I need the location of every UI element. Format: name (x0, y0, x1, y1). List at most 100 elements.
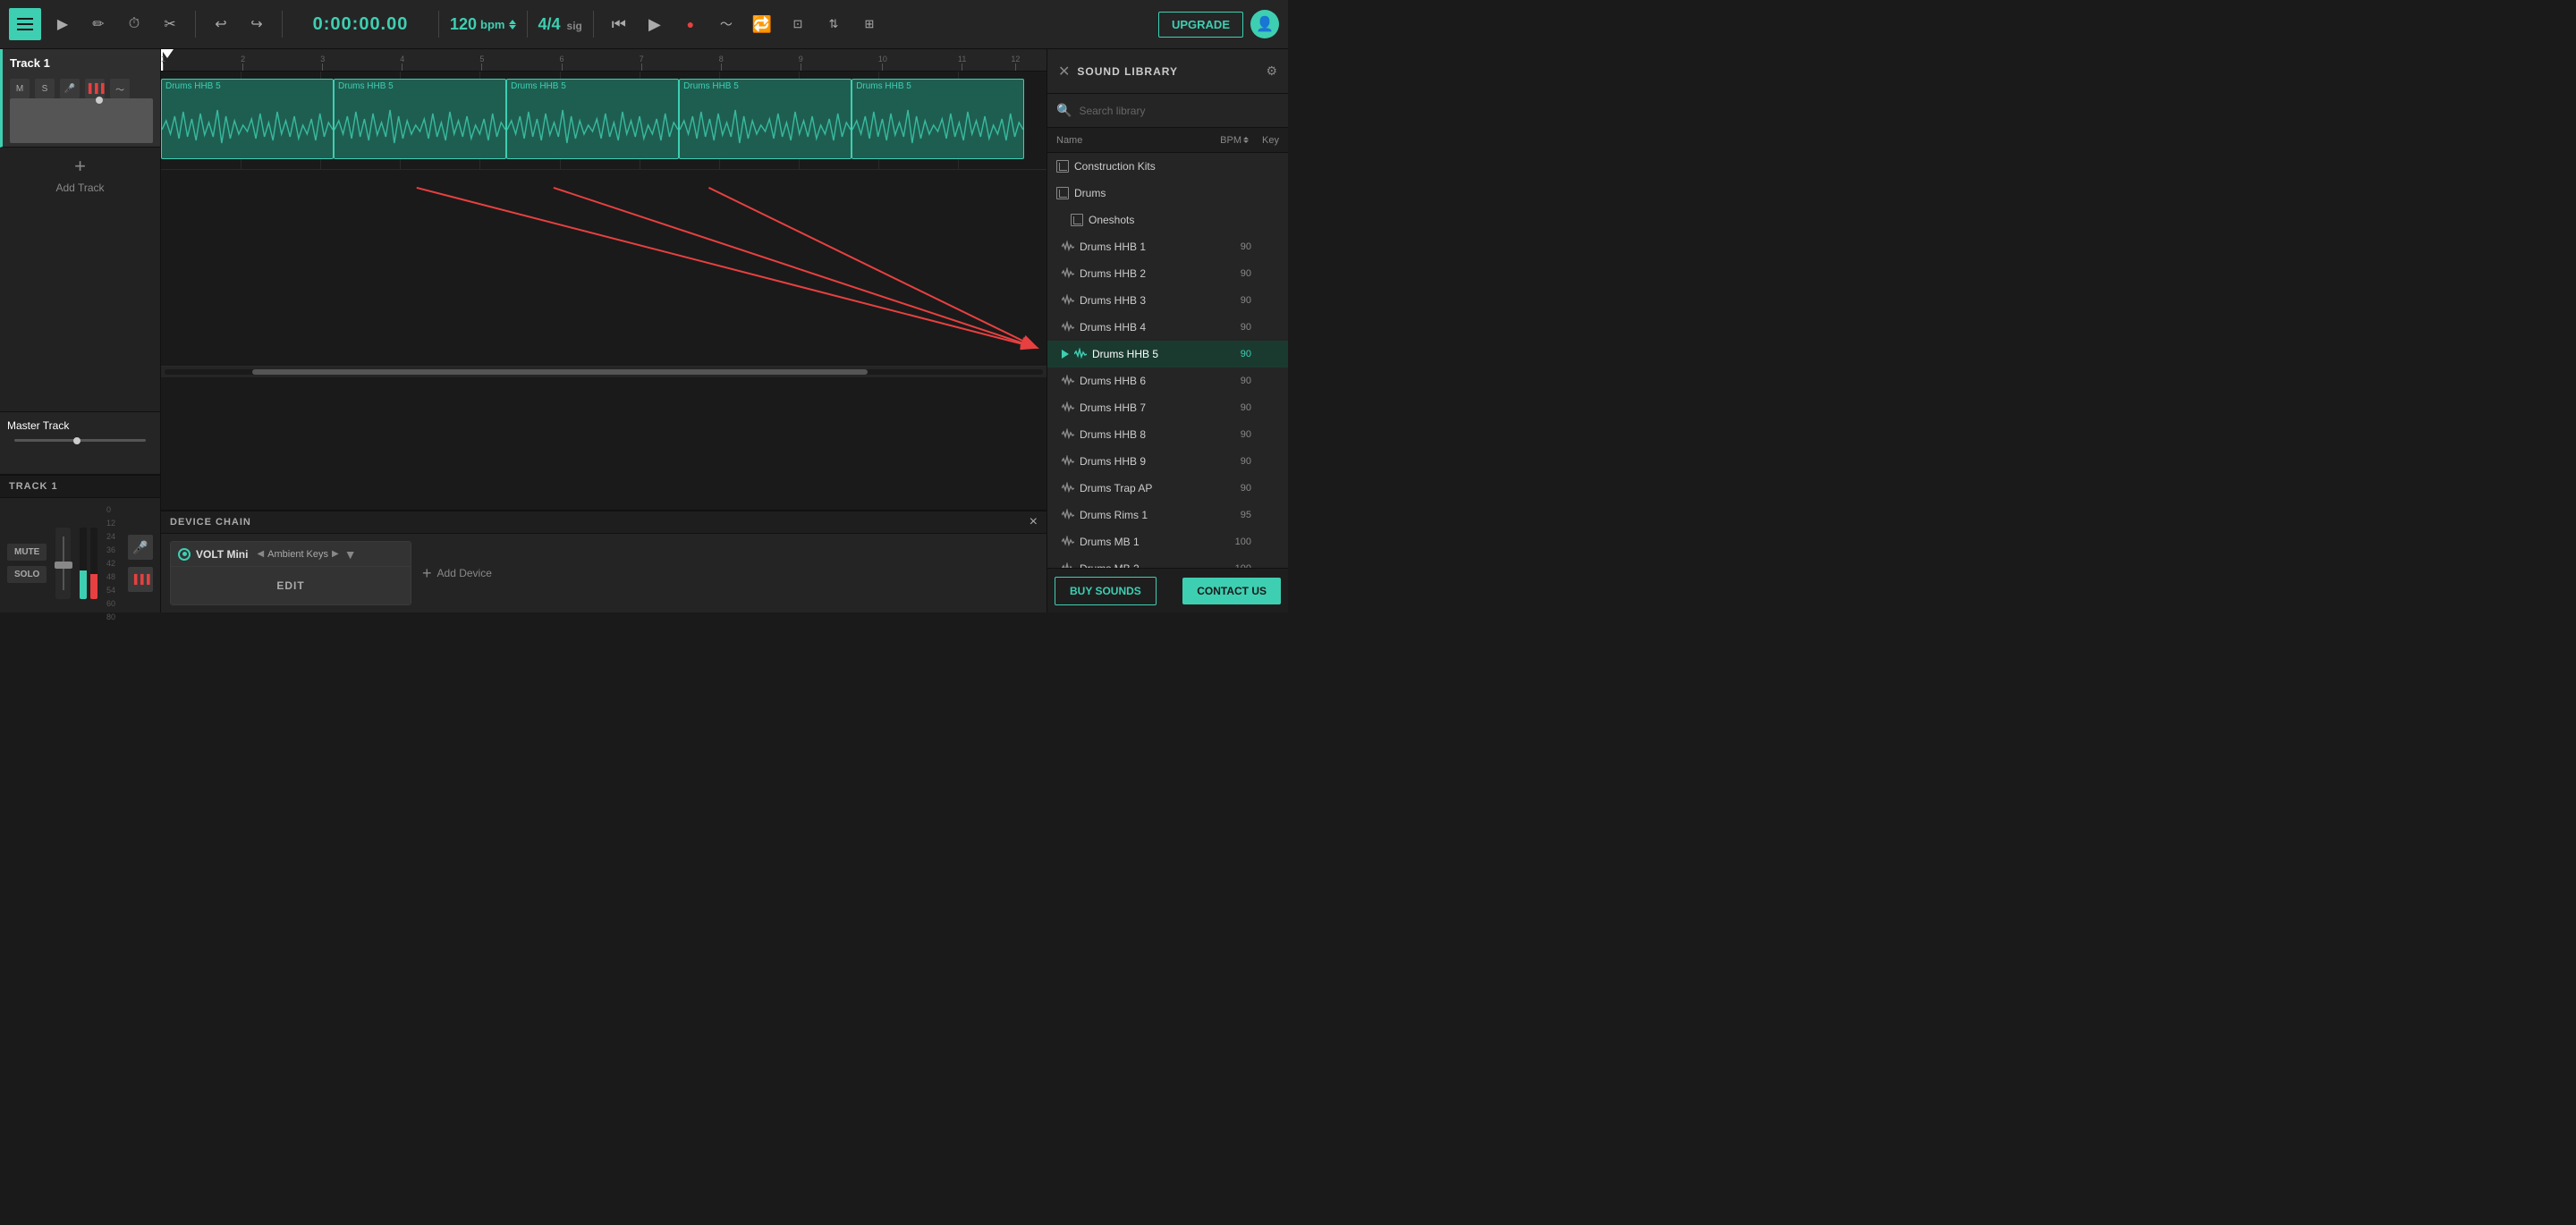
library-settings-button[interactable]: ⚙ (1266, 63, 1277, 79)
add-track-label: Add Track (55, 182, 104, 194)
track-1-mute[interactable]: M (10, 79, 30, 98)
meter-bar-1 (80, 570, 87, 599)
folder-construction-kits[interactable]: Construction Kits (1047, 153, 1288, 180)
mark-48: 48 (106, 572, 115, 581)
draw-tool-button[interactable]: ✏ (84, 10, 113, 38)
punch-button[interactable]: ⊡ (784, 10, 812, 38)
mark-24: 24 (106, 532, 115, 541)
ruler-mark-5: 5 (479, 55, 484, 71)
clip-5[interactable]: Drums HHB 5 (852, 79, 1024, 159)
grid-button[interactable]: ⊞ (855, 10, 884, 38)
sample-drums-hhb-2-label: Drums HHB 2 (1080, 267, 1215, 280)
clip-1-label: Drums HHB 5 (162, 80, 333, 93)
sample-drums-hhb-2-bpm: 90 (1220, 268, 1251, 279)
sample-drums-hhb-5-label: Drums HHB 5 (1092, 348, 1215, 360)
add-device-button[interactable]: + Add Device (422, 564, 492, 583)
menu-button[interactable] (9, 8, 41, 40)
sample-drums-hhb-3-label: Drums HHB 3 (1080, 294, 1215, 307)
waveform-icon-5 (1074, 348, 1087, 360)
device-power-btn[interactable] (178, 548, 191, 561)
sample-drums-hhb-6[interactable]: Drums HHB 6 90 (1047, 368, 1288, 394)
device-chain-close[interactable]: × (1030, 514, 1038, 530)
loop-button[interactable]: 🔁 (748, 10, 776, 38)
preset-dropdown-btn[interactable]: ▼ (344, 547, 357, 562)
waveform-icon-9 (1062, 455, 1074, 468)
sample-drums-hhb-5[interactable]: Drums HHB 5 90 (1047, 341, 1288, 368)
mark-12: 12 (106, 519, 115, 528)
clip-3-waveform (507, 103, 678, 156)
bpm-arrows[interactable] (509, 20, 516, 30)
clip-1[interactable]: Drums HHB 5 (161, 79, 334, 159)
search-input[interactable] (1079, 105, 1279, 117)
sample-drums-hhb-3[interactable]: Drums HHB 3 90 (1047, 287, 1288, 314)
mute-button[interactable]: MUTE (7, 544, 47, 561)
contact-us-button[interactable]: CONTACT US (1182, 578, 1281, 604)
user-avatar[interactable]: 👤 (1250, 10, 1279, 38)
undo-button[interactable]: ↩ (207, 10, 235, 38)
sample-drums-rims-1[interactable]: Drums Rims 1 95 (1047, 502, 1288, 528)
redo-button[interactable]: ↪ (242, 10, 271, 38)
upgrade-button[interactable]: UPGRADE (1158, 12, 1243, 38)
track-1-volume[interactable] (10, 98, 153, 143)
track-1-mic[interactable]: 🎤 (60, 79, 80, 98)
bottom-bars-btn[interactable]: ▐▐▐ (128, 567, 153, 592)
volume-fader[interactable] (55, 528, 71, 599)
waveform-icon-8 (1062, 428, 1074, 441)
mark-42: 42 (106, 559, 115, 568)
level-meter-1 (80, 528, 87, 599)
buy-sounds-button[interactable]: BUY SOUNDS (1055, 577, 1157, 605)
sample-drums-mb-2[interactable]: Drums MB 2 100 (1047, 555, 1288, 568)
bpm-label: bpm (480, 18, 504, 31)
cut-tool-button[interactable]: ✂ (156, 10, 184, 38)
add-track-plus-icon: + (74, 155, 86, 178)
sample-drums-hhb-1-bpm: 90 (1220, 241, 1251, 252)
track-1-auto[interactable]: 〜 (110, 79, 130, 98)
h-scrollbar-thumb[interactable] (252, 369, 867, 375)
device-name: VOLT Mini (196, 548, 248, 561)
clip-4[interactable]: Drums HHB 5 (679, 79, 852, 159)
track-1-solo[interactable]: S (35, 79, 55, 98)
time-display: 0:00:00.00 (293, 14, 428, 35)
track-1-lane: Drums HHB 5 Drums HHB 5 (161, 72, 1046, 170)
add-track-area[interactable]: + Add Track (0, 148, 160, 201)
device-edit-button[interactable]: EDIT (171, 567, 411, 604)
library-close-button[interactable]: ✕ (1058, 63, 1070, 80)
sample-drums-hhb-1[interactable]: Drums HHB 1 90 (1047, 233, 1288, 260)
time-tool-button[interactable]: ⏱ (120, 10, 148, 38)
sample-drums-hhb-2[interactable]: Drums HHB 2 90 (1047, 260, 1288, 287)
record-button[interactable]: ● (676, 10, 705, 38)
master-track-name: Master Track (7, 419, 153, 432)
divider-3 (438, 11, 439, 38)
bpm-sort-arrows[interactable] (1243, 137, 1249, 143)
folder-drums[interactable]: Drums (1047, 180, 1288, 207)
preset-left-arrow[interactable]: ◀ (257, 549, 264, 559)
select-tool-button[interactable]: ▶ (48, 10, 77, 38)
add-device-label: Add Device (437, 567, 492, 579)
clip-3[interactable]: Drums HHB 5 (506, 79, 679, 159)
ruler-mark-2: 2 (241, 55, 245, 71)
bottom-mic-btn[interactable]: 🎤 (128, 535, 153, 560)
sample-drums-trap-ap-bpm: 90 (1220, 483, 1251, 494)
h-scrollbar[interactable] (161, 367, 1046, 377)
play-button[interactable]: ▶ (640, 10, 669, 38)
sample-drums-hhb-8[interactable]: Drums HHB 8 90 (1047, 421, 1288, 448)
track-1-bars[interactable]: ▐▐▐ (85, 79, 105, 98)
ruler-mark-1: 1 (161, 55, 165, 71)
sample-drums-hhb-7[interactable]: Drums HHB 7 90 (1047, 394, 1288, 421)
sample-drums-hhb-9-label: Drums HHB 9 (1080, 455, 1215, 468)
automation-button[interactable]: 〜 (712, 10, 741, 38)
folder-construction-kits-icon (1056, 160, 1069, 173)
clip-2[interactable]: Drums HHB 5 (334, 79, 506, 159)
master-volume-slider[interactable] (14, 439, 146, 442)
preset-right-arrow[interactable]: ▶ (332, 549, 339, 559)
sample-drums-hhb-9[interactable]: Drums HHB 9 90 (1047, 448, 1288, 475)
sample-drums-trap-ap[interactable]: Drums Trap AP 90 (1047, 475, 1288, 502)
sample-drums-mb-1[interactable]: Drums MB 1 100 (1047, 528, 1288, 555)
ruler-mark-8: 8 (719, 55, 724, 71)
go-start-button[interactable]: ⏮ (605, 10, 633, 38)
solo-button[interactable]: SOLO (7, 566, 47, 583)
sample-drums-hhb-4[interactable]: Drums HHB 4 90 (1047, 314, 1288, 341)
sync-button[interactable]: ⇅ (819, 10, 848, 38)
level-marks: 0 12 24 36 42 48 54 60 80 (106, 505, 115, 621)
folder-oneshots[interactable]: Oneshots (1047, 207, 1288, 233)
